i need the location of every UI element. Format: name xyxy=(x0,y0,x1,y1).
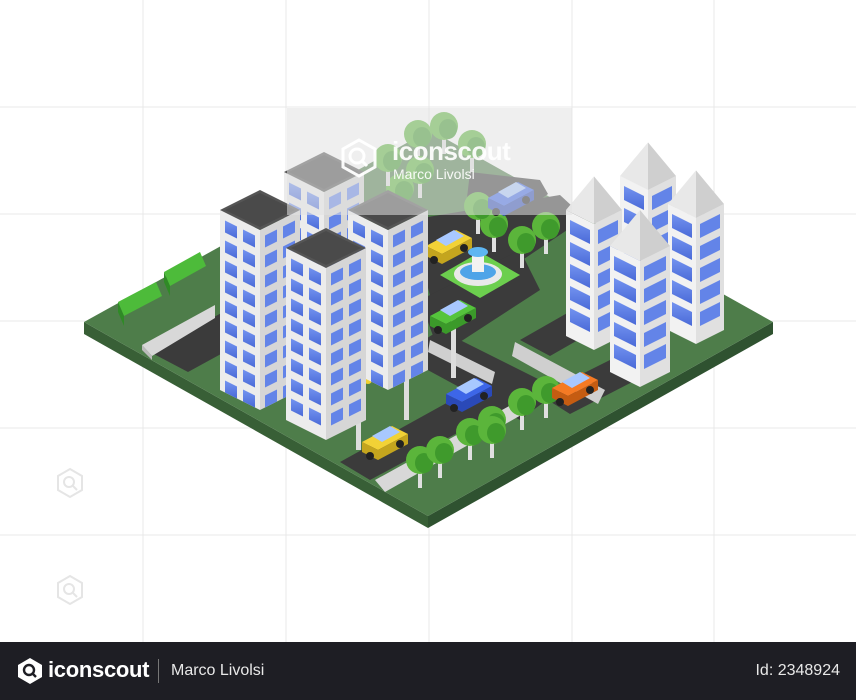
watermark-search-icon xyxy=(57,574,83,606)
glass-tower xyxy=(610,210,670,387)
footer-divider xyxy=(158,659,159,683)
watermark-brand: iconscout xyxy=(392,136,511,166)
watermark-author: Marco Livolsi xyxy=(393,166,475,182)
footer-brand[interactable]: iconscout xyxy=(48,657,150,683)
footer-bar: iconscout Marco Livolsi Id: 2348924 xyxy=(0,642,856,700)
footer-author[interactable]: Marco Livolsi xyxy=(171,662,264,680)
city-illustration xyxy=(0,0,856,642)
watermark-search-icon xyxy=(57,467,83,499)
iconscout-logo-icon xyxy=(18,658,42,684)
office-tower xyxy=(286,228,366,440)
iconscout-logo-icon xyxy=(341,138,377,178)
glass-tower xyxy=(668,170,724,344)
footer-asset-id: Id: 2348924 xyxy=(755,662,840,679)
illustration-stage xyxy=(0,0,856,642)
